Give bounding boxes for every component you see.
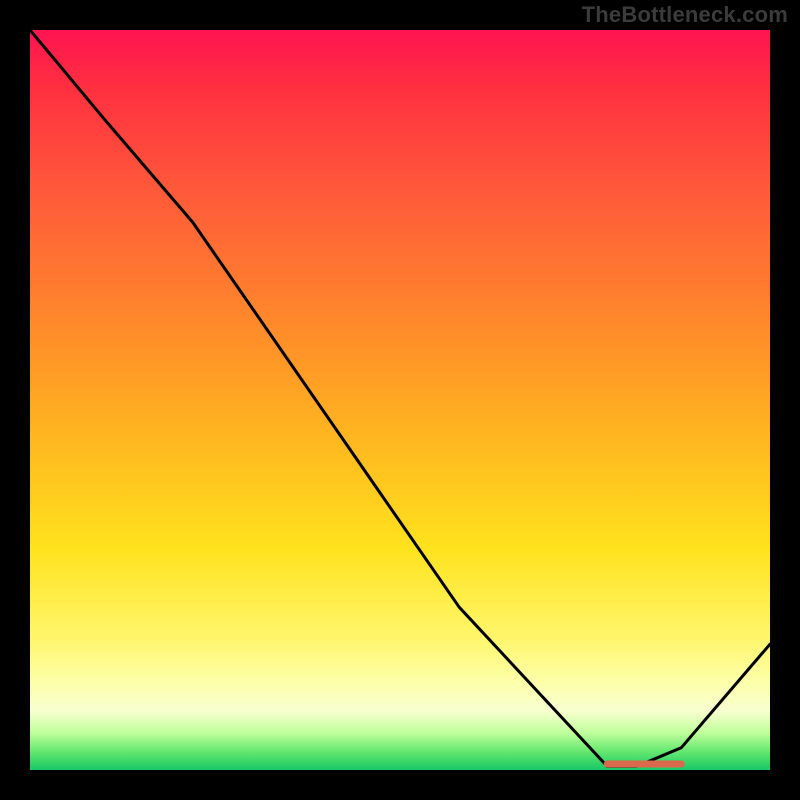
chart-stage: TheBottleneck.com: [0, 0, 800, 800]
chart-plot-area: [30, 30, 770, 770]
chart-svg: [30, 30, 770, 770]
bottleneck-curve: [30, 30, 770, 766]
watermark-text: TheBottleneck.com: [582, 2, 788, 28]
